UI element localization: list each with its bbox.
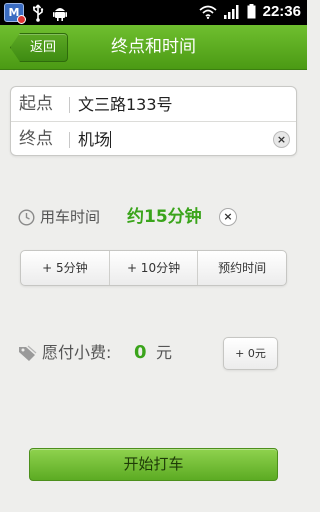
add-5-minutes-button[interactable]: + 5分钟 [21,251,109,285]
end-field[interactable]: 机场 [78,122,112,157]
ride-time-value: 约15分钟 [127,207,202,227]
text-cursor [110,131,112,148]
schedule-time-button[interactable]: 预约时间 [197,251,286,285]
header-bar: 返回 终点和时间 [0,25,307,70]
end-separator [69,132,70,148]
app-badge-icon: M [4,3,26,24]
end-label: 终点 [19,129,53,149]
status-left-icons: M [4,3,68,24]
start-taxi-button[interactable]: 开始打车 [29,448,278,481]
android-icon [53,7,67,21]
clear-time-icon[interactable]: × [219,208,237,226]
tip-label: 愿付小费: [42,343,112,362]
start-row[interactable]: 起点 文三路133号 [11,87,296,122]
route-card: 起点 文三路133号 终点 机场 × [10,86,297,156]
battery-icon [247,4,256,19]
status-bar: M 22:36 [0,0,307,25]
wifi-icon [199,5,217,19]
tag-icon [19,345,37,361]
tip-amount: 0 [134,342,147,363]
add-10-minutes-button[interactable]: + 10分钟 [108,251,198,285]
status-right-icons: 22:36 [199,3,301,20]
tip-row: 愿付小费: 0 元 + 0元 [18,336,298,370]
tip-unit: 元 [156,343,173,362]
usb-icon [33,3,44,22]
end-row[interactable]: 终点 机场 × [11,122,296,157]
ride-time-row: 用车时间 约15分钟 × [18,200,298,234]
ride-time-label: 用车时间 [40,208,101,226]
start-separator [69,97,70,113]
signal-icon [223,4,239,19]
page-title: 终点和时间 [111,37,196,57]
time-options: + 5分钟 + 10分钟 预约时间 [20,250,287,286]
clear-destination-icon[interactable]: × [273,131,290,148]
start-field[interactable]: 文三路133号 [78,87,173,122]
end-field-text: 机场 [78,130,111,149]
tip-add-button[interactable]: + 0元 [223,337,278,370]
clock-icon [18,209,35,226]
clock-time: 22:36 [262,3,301,20]
start-label: 起点 [19,94,53,114]
blocked-dot-icon [17,15,26,24]
